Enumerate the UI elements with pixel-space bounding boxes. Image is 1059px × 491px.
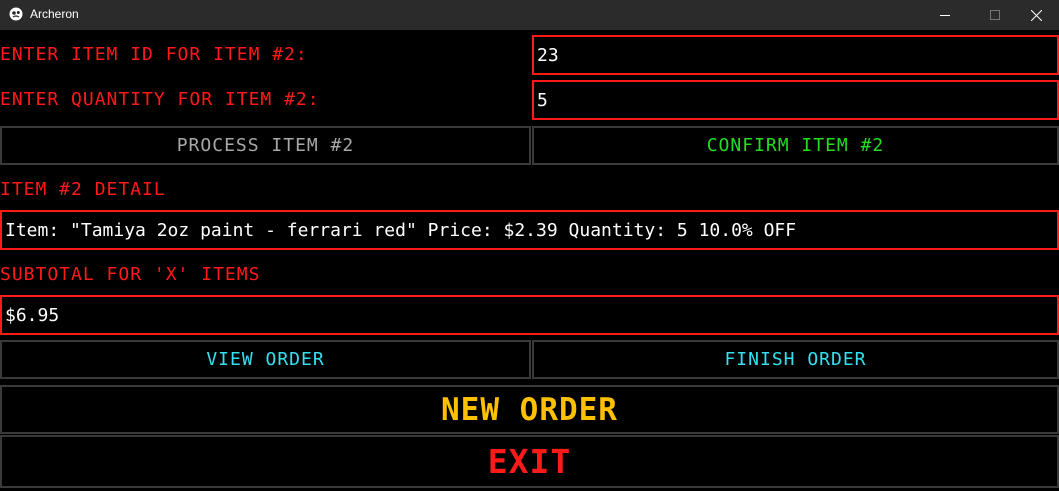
confirm-item-button[interactable]: CONFIRM ITEM #2 (532, 126, 1059, 165)
minimize-button[interactable] (922, 0, 968, 30)
item-id-label: ENTER ITEM ID FOR ITEM #2: (0, 44, 308, 65)
maximize-button[interactable] (972, 0, 1018, 30)
confirm-item-label: CONFIRM ITEM #2 (706, 135, 885, 156)
view-order-button[interactable]: VIEW ORDER (0, 340, 531, 379)
item-detail-box: Item: "Tamiya 2oz paint - ferrari red" P… (0, 210, 1059, 250)
exit-label: EXIT (487, 442, 572, 481)
title-bar: Archeron (0, 0, 1059, 30)
process-item-label: PROCESS ITEM #2 (176, 135, 355, 156)
close-button[interactable] (1013, 0, 1059, 30)
item-detail-text: Item: "Tamiya 2oz paint - ferrari red" P… (5, 219, 797, 241)
app-icon (9, 7, 23, 21)
item-id-input[interactable]: 23 (532, 35, 1059, 75)
subtotal-box: $6.95 (0, 295, 1059, 335)
item-id-value: 23 (537, 44, 559, 66)
process-item-button[interactable]: PROCESS ITEM #2 (0, 126, 531, 165)
subtotal-value: $6.95 (5, 304, 60, 326)
view-order-label: VIEW ORDER (206, 349, 325, 370)
finish-order-label: FINISH ORDER (724, 349, 867, 370)
new-order-label: NEW ORDER (441, 391, 618, 428)
quantity-input[interactable]: 5 (532, 80, 1059, 120)
new-order-button[interactable]: NEW ORDER (0, 385, 1059, 434)
finish-order-button[interactable]: FINISH ORDER (532, 340, 1059, 379)
subtotal-heading: SUBTOTAL FOR 'X' ITEMS (0, 264, 261, 285)
exit-button[interactable]: EXIT (0, 435, 1059, 488)
quantity-label: ENTER QUANTITY FOR ITEM #2: (0, 89, 320, 110)
quantity-value: 5 (537, 89, 548, 111)
close-icon (1030, 9, 1042, 21)
maximize-icon (990, 10, 1000, 20)
window-title: Archeron (30, 7, 79, 21)
item-detail-heading: ITEM #2 DETAIL (0, 179, 166, 200)
minimize-icon (940, 15, 950, 16)
